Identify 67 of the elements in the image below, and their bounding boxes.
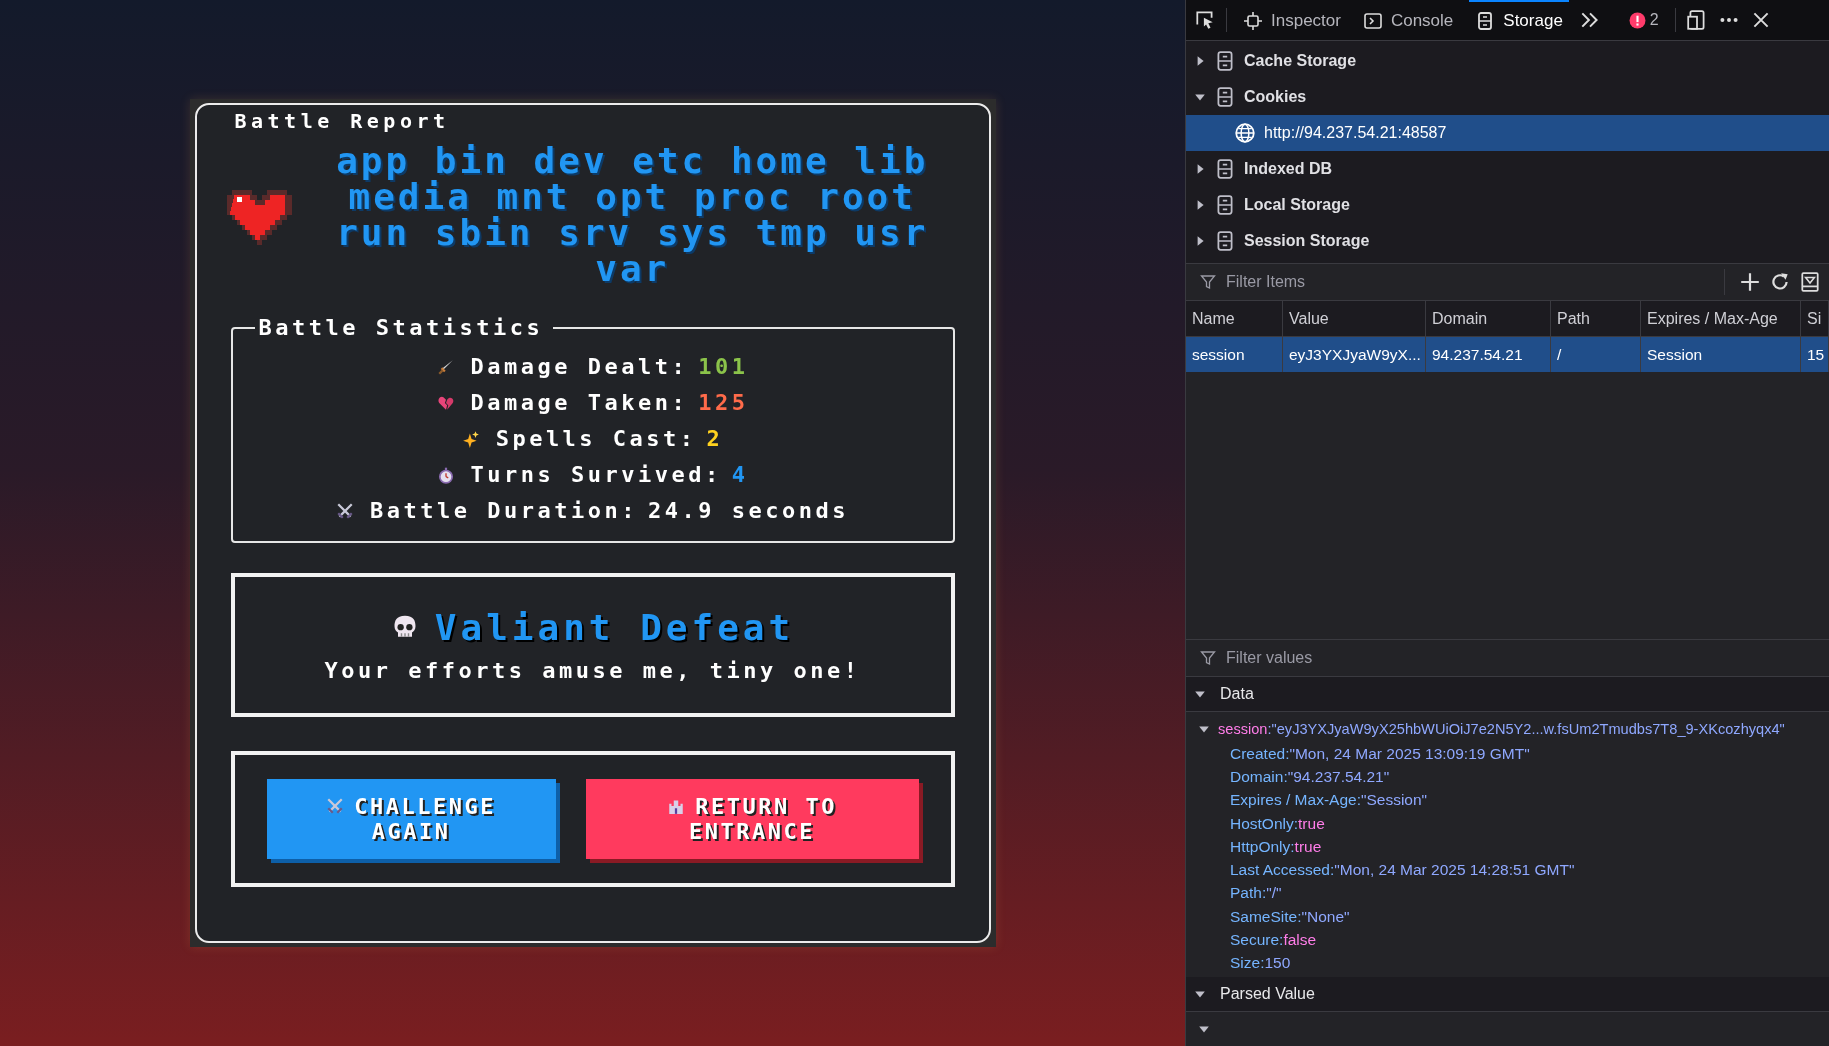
refresh-icon[interactable] (1769, 271, 1791, 293)
column-header[interactable]: Path (1551, 301, 1641, 336)
tree-item[interactable]: Indexed DB (1244, 160, 1332, 178)
filter-items-field[interactable]: Filter Items (1224, 272, 1716, 292)
stat-label: Damage Dealt: (470, 353, 689, 381)
property-line: Size:150 (1229, 953, 1292, 974)
session-entry: session:"eyJ3YXJyaW9yX25hbWUiOiJ7e2N5Y2...w.fsUm2Tmudbs7T8_9-XKcozhyqx4" (1218, 721, 1785, 738)
tree-item-row[interactable]: http://94.237.54.21:48587 (1186, 115, 1829, 151)
property-line: HostOnly:true (1229, 813, 1326, 834)
filter-icon (1200, 274, 1216, 290)
property-line: Secure:false (1229, 930, 1318, 951)
section-title[interactable]: Parsed Value (1220, 985, 1315, 1003)
property-line: Created:"Mon, 24 Mar 2025 13:09:19 GMT" (1229, 743, 1531, 764)
tree-item[interactable]: Cache Storage (1244, 52, 1357, 70)
console-icon (1362, 11, 1383, 31)
filter-icon (1200, 650, 1216, 667)
card-title: Battle Report (234, 109, 451, 133)
stat-label: Turns Survived: (470, 461, 722, 489)
section-title[interactable]: Data (1220, 685, 1254, 704)
stat-value: 24.9 seconds (648, 497, 849, 525)
directory-listing: app bin dev etc home lib media mnt opt proc root run sbin srv sys tmp usr var (335, 143, 930, 287)
error-icon[interactable] (1628, 11, 1646, 29)
column-header[interactable]: Name (1186, 301, 1283, 336)
stopwatch-icon (436, 466, 455, 484)
stat-value: 125 (698, 389, 749, 417)
devtools-tab[interactable]: Inspector (1237, 0, 1347, 40)
filter-values-field[interactable]: Filter values (1224, 648, 1821, 669)
property-line: Last Accessed:"Mon, 24 Mar 2025 14:28:51 GMT" (1229, 860, 1576, 881)
column-header[interactable]: Si (1801, 301, 1829, 336)
property-line: Path:"/" (1229, 883, 1283, 904)
stat-label: Battle Duration: (370, 497, 638, 525)
add-icon[interactable] (1739, 271, 1761, 293)
broken-heart-icon (436, 394, 455, 412)
property-line: Expires / Max-Age:"Session" (1229, 790, 1429, 811)
sparkles-icon (461, 430, 480, 448)
cookie-row[interactable]: session eyJ3YXJyaW9yX... 94.237.54.21 / Session 15 (1186, 337, 1829, 372)
crossed-swords-icon (326, 796, 345, 815)
cookie-host: http://94.237.54.21:48587 (1264, 124, 1447, 142)
crossed-swords-icon (336, 502, 355, 520)
stat-label: Damage Taken: (470, 389, 689, 417)
property-line: SameSite:"None" (1229, 906, 1351, 927)
delete-all-icon[interactable] (1799, 271, 1821, 293)
tree-item[interactable]: Session Storage (1244, 232, 1370, 250)
table-cell: Session (1641, 337, 1801, 372)
table-cell: 15 (1801, 337, 1829, 372)
column-header[interactable]: Value (1283, 301, 1426, 336)
stat-value: 4 (731, 461, 749, 489)
result-message: Your efforts amuse me, tiny one! (324, 658, 861, 683)
error-count[interactable]: 2 (1649, 11, 1659, 29)
property-line: Domain:"94.237.54.21" (1229, 766, 1391, 787)
chip-icon (1243, 11, 1263, 31)
dagger-icon (436, 358, 455, 376)
table-cell: / (1551, 337, 1641, 372)
table-cell: 94.237.54.21 (1426, 337, 1551, 372)
column-header[interactable]: Expires / Max-Age (1641, 301, 1801, 336)
tree-item[interactable]: Cookies (1244, 88, 1307, 106)
tree-item[interactable]: Local Storage (1244, 196, 1350, 214)
stat-value: 2 (706, 425, 724, 453)
stat-value: 101 (698, 353, 749, 381)
result-title: Valiant Defeat (434, 607, 795, 648)
property-line: HttpOnly:true (1229, 836, 1323, 857)
stat-label: Spells Cast: (495, 425, 697, 453)
globe-icon (1234, 122, 1256, 144)
devtools-tab[interactable]: Console (1356, 0, 1460, 40)
table-cell: eyJ3YXJyaW9yX... (1283, 337, 1426, 372)
table-cell: session (1186, 337, 1283, 372)
column-header[interactable]: Domain (1426, 301, 1551, 336)
